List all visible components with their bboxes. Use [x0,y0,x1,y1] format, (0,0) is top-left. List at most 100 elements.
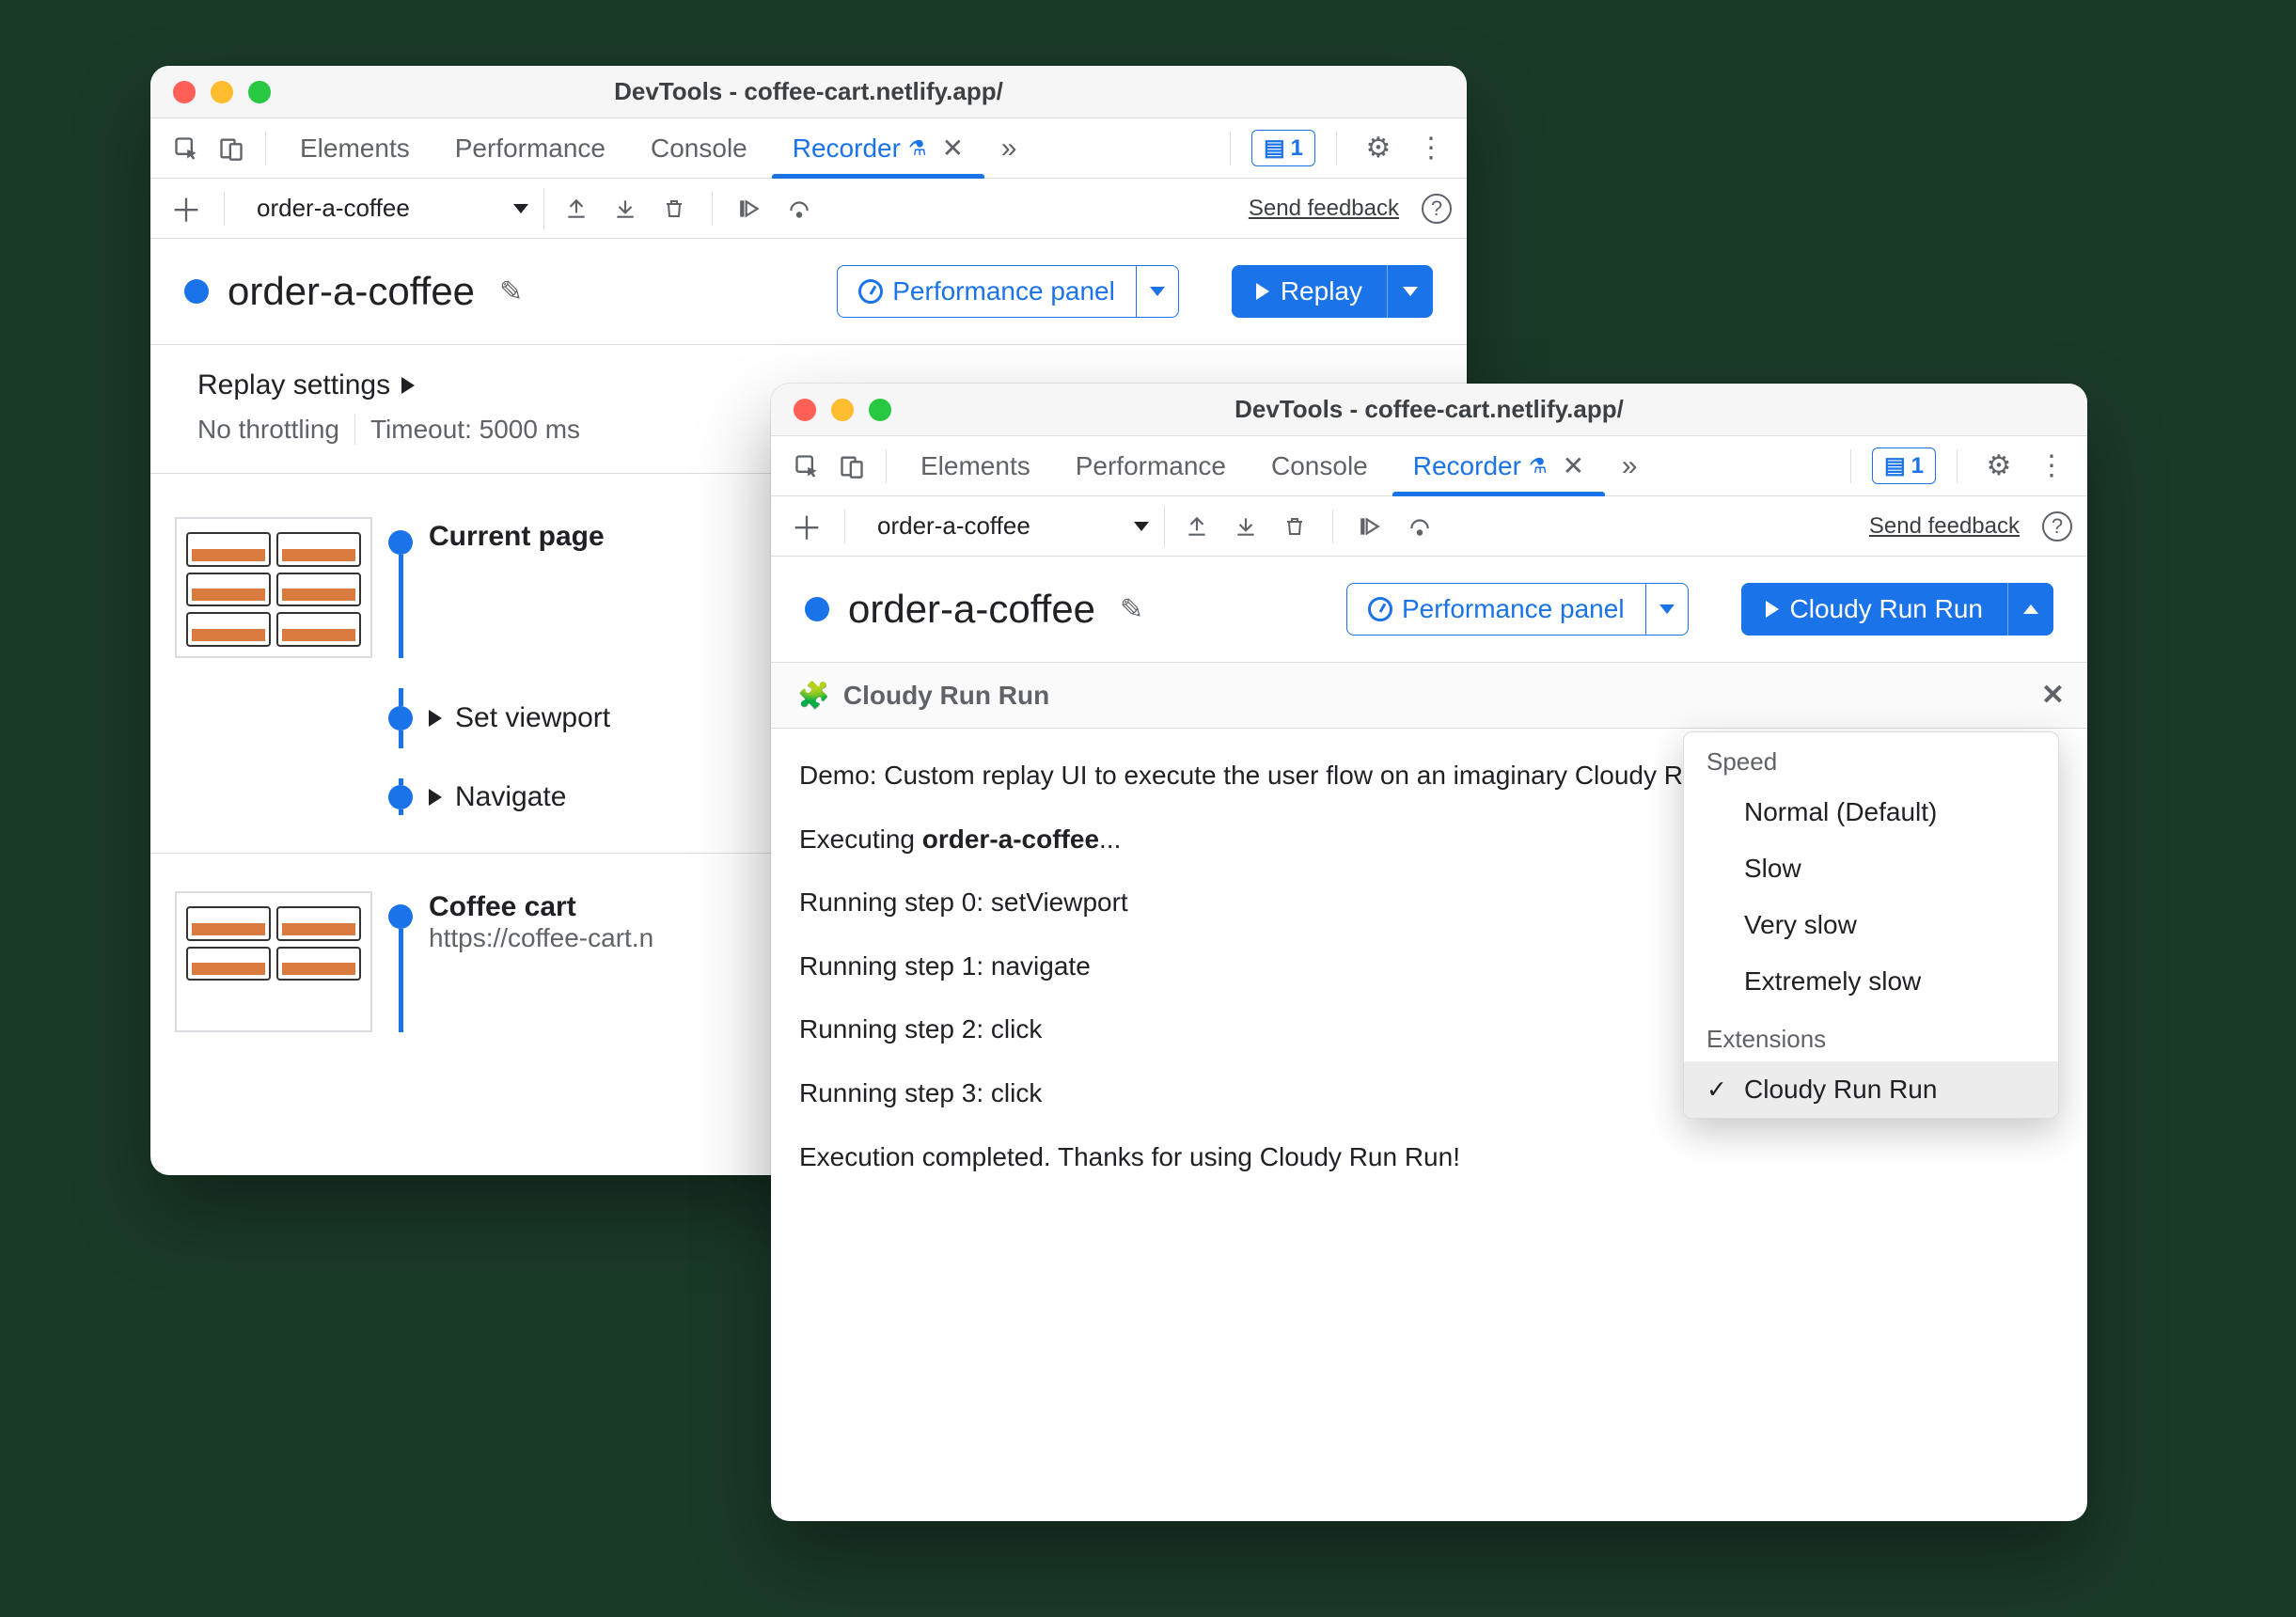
devtools-tabbar: Elements Performance Console Recorder ⚗ … [150,118,1467,179]
close-window-icon[interactable] [794,399,816,421]
chevron-right-icon [429,789,442,806]
help-icon[interactable]: ? [2042,511,2072,542]
step-over-icon[interactable] [1399,506,1440,547]
help-icon[interactable]: ? [1422,194,1452,224]
send-feedback-link[interactable]: Send feedback [1249,196,1399,222]
device-toggle-icon[interactable] [831,446,873,487]
recording-header: order-a-coffee ✎ Performance panel Repla… [150,239,1467,345]
extension-icon: 🧩 [797,680,830,711]
minimize-window-icon[interactable] [211,81,233,103]
tab-elements[interactable]: Elements [279,118,431,178]
performance-panel-button[interactable]: Performance panel [837,265,1179,318]
perf-dropdown-arrow[interactable] [1136,266,1178,317]
close-window-icon[interactable] [173,81,196,103]
devtools-window-front: DevTools - coffee-cart.netlify.app/ Elem… [771,384,2087,1521]
window-title: DevTools - coffee-cart.netlify.app/ [794,395,2065,424]
performance-panel-button[interactable]: Performance panel [1346,583,1689,636]
window-title: DevTools - coffee-cart.netlify.app/ [173,77,1444,106]
menu-header-extensions: Extensions [1684,1010,2058,1061]
step-over-icon[interactable] [778,188,820,229]
tab-console[interactable]: Console [630,118,768,178]
inspect-icon[interactable] [786,446,827,487]
new-recording-icon[interactable]: ＋ [165,188,207,229]
recorder-toolbar: ＋ order-a-coffee Send feedback ? [771,496,2087,557]
inspect-icon[interactable] [165,128,207,169]
device-toggle-icon[interactable] [211,128,252,169]
gear-icon[interactable]: ⚙ [1978,446,2020,487]
kebab-icon[interactable]: ⋮ [1410,128,1452,169]
traffic-lights [173,81,271,103]
tab-console[interactable]: Console [1250,436,1389,495]
devtools-tabbar: Elements Performance Console Recorder ⚗ … [771,436,2087,496]
close-tab-icon[interactable]: ✕ [942,133,964,164]
record-dot-icon [184,279,209,304]
send-feedback-link[interactable]: Send feedback [1869,513,2020,540]
recorder-toolbar: ＋ order-a-coffee Send feedback ? [150,179,1467,239]
step-replay-icon[interactable] [1350,506,1392,547]
issues-badge[interactable]: ▤ 1 [1872,447,1936,484]
recording-header: order-a-coffee ✎ Performance panel Cloud… [771,557,2087,663]
export-icon[interactable] [556,188,597,229]
step-replay-icon[interactable] [730,188,771,229]
play-icon [1766,601,1779,618]
issues-badge[interactable]: ▤ 1 [1251,130,1315,166]
delete-icon[interactable] [653,188,695,229]
chevron-down-icon [1134,522,1149,531]
perf-dropdown-arrow[interactable] [1645,584,1688,635]
record-dot-icon [805,597,829,621]
import-icon[interactable] [605,188,646,229]
menu-item-very-slow[interactable]: Very slow [1684,897,2058,953]
timeout-label: Timeout: 5000 ms [370,415,580,445]
replay-speed-menu: Speed Normal (Default) Slow Very slow Ex… [1683,731,2059,1119]
menu-item-normal[interactable]: Normal (Default) [1684,784,2058,840]
tab-performance[interactable]: Performance [1055,436,1247,495]
play-icon [1256,283,1269,300]
chevron-down-icon [513,204,528,213]
chevron-right-icon [401,377,415,394]
throttling-label: No throttling [197,415,339,445]
pencil-icon[interactable]: ✎ [1120,593,1143,626]
import-icon[interactable] [1225,506,1266,547]
issues-count: 1 [1911,453,1924,479]
tab-recorder[interactable]: Recorder ⚗ ✕ [772,118,984,178]
more-tabs-icon[interactable]: » [1609,446,1650,487]
replay-button[interactable]: Cloudy Run Run [1741,583,2053,636]
recording-title: order-a-coffee [228,269,475,314]
more-tabs-icon[interactable]: » [988,128,1030,169]
message-icon: ▤ [1884,452,1906,479]
maximize-window-icon[interactable] [248,81,271,103]
pencil-icon[interactable]: ✎ [499,275,523,308]
replay-dropdown-arrow[interactable] [1387,265,1433,318]
replay-dropdown-arrow[interactable] [2007,583,2053,636]
tab-elements[interactable]: Elements [900,436,1051,495]
delete-icon[interactable] [1274,506,1315,547]
step-thumbnail [175,517,372,658]
maximize-window-icon[interactable] [869,399,891,421]
new-recording-icon[interactable]: ＋ [786,506,827,547]
menu-item-slow[interactable]: Slow [1684,840,2058,897]
close-panel-icon[interactable]: ✕ [2041,679,2065,712]
export-icon[interactable] [1176,506,1218,547]
replay-button[interactable]: Replay [1232,265,1433,318]
recording-title: order-a-coffee [848,587,1095,632]
kebab-icon[interactable]: ⋮ [2031,446,2072,487]
step-thumbnail [175,891,372,1032]
minimize-window-icon[interactable] [831,399,854,421]
tab-recorder[interactable]: Recorder ⚗ ✕ [1392,436,1605,495]
issues-count: 1 [1291,135,1303,162]
check-icon: ✓ [1706,1075,1727,1105]
message-icon: ▤ [1264,134,1285,162]
gear-icon[interactable]: ⚙ [1358,128,1399,169]
extension-panel-header: 🧩 Cloudy Run Run ✕ [771,663,2087,729]
close-tab-icon[interactable]: ✕ [1563,450,1584,481]
recording-selector[interactable]: order-a-coffee [242,188,544,229]
menu-item-cloudy-run-run[interactable]: ✓ Cloudy Run Run [1684,1061,2058,1118]
titlebar: DevTools - coffee-cart.netlify.app/ [150,66,1467,118]
tab-performance[interactable]: Performance [434,118,626,178]
log-done: Execution completed. Thanks for using Cl… [799,1135,2059,1180]
flask-icon: ⚗ [1529,454,1548,479]
traffic-lights [794,399,891,421]
menu-item-extremely-slow[interactable]: Extremely slow [1684,953,2058,1010]
recording-selector[interactable]: order-a-coffee [862,506,1165,547]
gauge-icon [1368,597,1392,621]
